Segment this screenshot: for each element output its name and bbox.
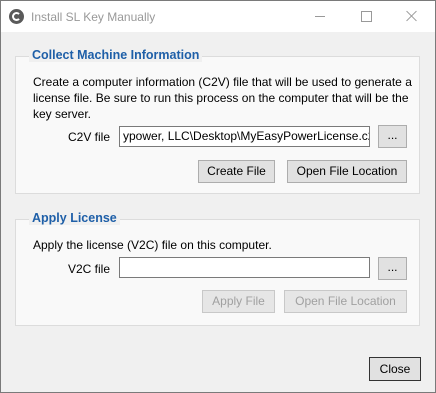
apply-file-button[interactable]: Apply File xyxy=(202,290,275,313)
apply-open-file-location-button[interactable]: Open File Location xyxy=(284,290,407,313)
create-file-button[interactable]: Create File xyxy=(198,160,275,183)
collect-machine-info-group: Collect Machine Information Create a com… xyxy=(15,48,420,194)
minimize-button[interactable] xyxy=(297,1,343,32)
apply-section-title: Apply License xyxy=(29,211,120,225)
v2c-file-label: V2C file xyxy=(68,262,111,276)
app-logo-icon xyxy=(9,9,24,24)
c2v-file-label: C2V file xyxy=(68,130,111,144)
maximize-icon xyxy=(361,11,372,22)
maximize-button[interactable] xyxy=(343,1,389,32)
collect-section-title: Collect Machine Information xyxy=(29,48,203,62)
c2v-file-input[interactable]: ypower, LLC\Desktop\MyEasyPowerLicense.c… xyxy=(119,126,370,147)
minimize-icon xyxy=(315,16,325,17)
install-sl-key-dialog: Install SL Key Manually Collect Machine … xyxy=(0,0,436,393)
apply-description: Apply the license (V2C) file on this com… xyxy=(33,238,272,252)
collect-open-file-location-button[interactable]: Open File Location xyxy=(287,160,407,183)
close-window-button[interactable] xyxy=(389,1,435,32)
window-title: Install SL Key Manually xyxy=(31,10,156,24)
apply-license-group: Apply License Apply the license (V2C) fi… xyxy=(15,211,420,326)
collect-description: Create a computer information (C2V) file… xyxy=(33,75,412,121)
close-button[interactable]: Close xyxy=(369,357,421,381)
close-icon xyxy=(406,10,418,22)
c2v-browse-button[interactable]: ... xyxy=(378,125,407,148)
title-bar: Install SL Key Manually xyxy=(1,1,435,32)
v2c-browse-button[interactable]: ... xyxy=(378,257,407,280)
v2c-file-input[interactable] xyxy=(119,257,370,278)
